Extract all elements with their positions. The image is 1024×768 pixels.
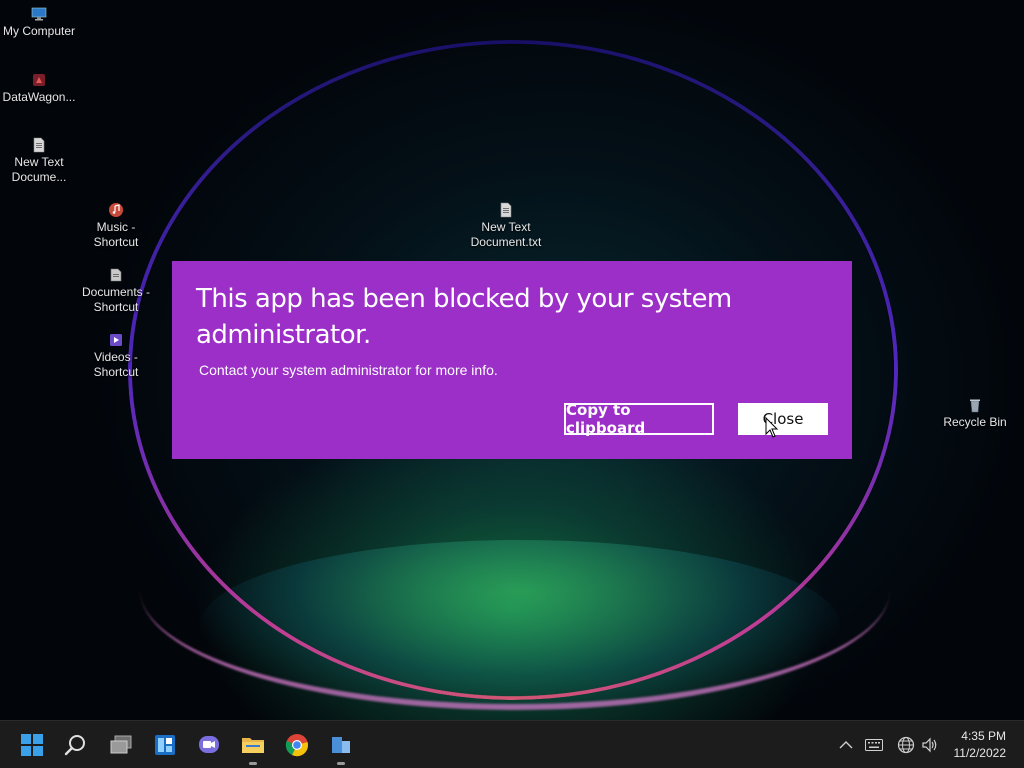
start-icon xyxy=(21,734,43,756)
network-button[interactable] xyxy=(896,735,916,755)
show-hidden-icons-button[interactable] xyxy=(836,735,856,755)
pinned-app-button[interactable] xyxy=(325,729,357,765)
mouse-cursor-icon xyxy=(765,417,779,438)
clock-time: 4:35 PM xyxy=(961,729,1006,743)
file-explorer-button[interactable] xyxy=(237,729,269,765)
desktop-icon-label: New Text Document.txt xyxy=(470,220,542,249)
desktop-icon-label: New Text Docume... xyxy=(11,155,67,184)
recycle-bin-icon xyxy=(970,399,980,413)
keyboard-button[interactable] xyxy=(864,735,884,755)
taskbar-clock[interactable]: 4:35 PM 11/2/2022 xyxy=(954,728,1007,762)
copy-to-clipboard-button[interactable]: Copy to clipboard xyxy=(564,401,714,437)
keyboard-icon xyxy=(865,739,883,751)
dialog-title: This app has been blocked by your system… xyxy=(196,284,732,350)
desktop-icon-music-shortcut[interactable]: Music - Shortcut xyxy=(76,202,156,250)
app-blocked-dialog: This app has been blocked by your system… xyxy=(172,261,852,459)
app-icon xyxy=(332,737,350,753)
globe-icon xyxy=(897,736,915,754)
monitor-icon xyxy=(31,7,47,21)
task-view-button[interactable] xyxy=(105,729,137,761)
desktop-icon-label: Documents - Shortcut xyxy=(81,285,151,314)
text-file-icon xyxy=(33,137,45,153)
chrome-icon xyxy=(285,734,308,757)
documents-folder-icon xyxy=(110,268,122,282)
speaker-icon xyxy=(922,737,937,753)
desktop-icon-recycle-bin[interactable]: Recycle Bin xyxy=(935,397,1015,430)
desktop-icon-label: My Computer xyxy=(2,24,76,38)
desktop-icon-new-text-document[interactable]: New Text Docume... xyxy=(0,137,79,185)
text-file-icon xyxy=(500,202,512,218)
desktop-icon-label: Music - Shortcut xyxy=(93,220,139,249)
widgets-button[interactable] xyxy=(149,729,181,761)
task-view-icon xyxy=(110,735,132,754)
chrome-button[interactable] xyxy=(281,729,313,761)
file-explorer-icon xyxy=(242,738,264,753)
app-icon xyxy=(33,74,45,86)
videos-folder-icon xyxy=(110,334,122,346)
start-button[interactable] xyxy=(16,729,48,761)
widgets-icon xyxy=(155,735,175,755)
close-button[interactable]: Close xyxy=(738,403,828,435)
desktop-icon-label: Videos - Shortcut xyxy=(93,350,139,379)
wallpaper-arc xyxy=(140,470,890,710)
chat-button[interactable] xyxy=(193,729,225,761)
clock-date: 11/2/2022 xyxy=(953,746,1007,760)
search-button[interactable] xyxy=(60,729,92,761)
teams-chat-icon xyxy=(199,736,219,753)
desktop-icon-new-text-document-txt[interactable]: New Text Document.txt xyxy=(466,202,546,250)
taskbar: 4:35 PM 11/2/2022 xyxy=(0,720,1024,768)
desktop-icon-label: Recycle Bin xyxy=(943,415,1007,429)
desktop-icon-datawagon[interactable]: DataWagon... xyxy=(0,72,79,105)
dialog-message: Contact your system administrator for mo… xyxy=(199,362,498,378)
desktop-icon-my-computer[interactable]: My Computer xyxy=(0,6,79,39)
search-icon xyxy=(64,735,85,756)
desktop-icon-label: DataWagon... xyxy=(2,90,76,104)
desktop-icon-documents-shortcut[interactable]: Documents - Shortcut xyxy=(76,267,156,315)
running-indicator xyxy=(337,762,345,765)
desktop-icon-videos-shortcut[interactable]: Videos - Shortcut xyxy=(76,332,156,380)
volume-button[interactable] xyxy=(920,735,940,755)
music-folder-icon xyxy=(109,203,123,217)
chevron-up-icon xyxy=(839,741,853,749)
running-indicator xyxy=(249,762,257,765)
